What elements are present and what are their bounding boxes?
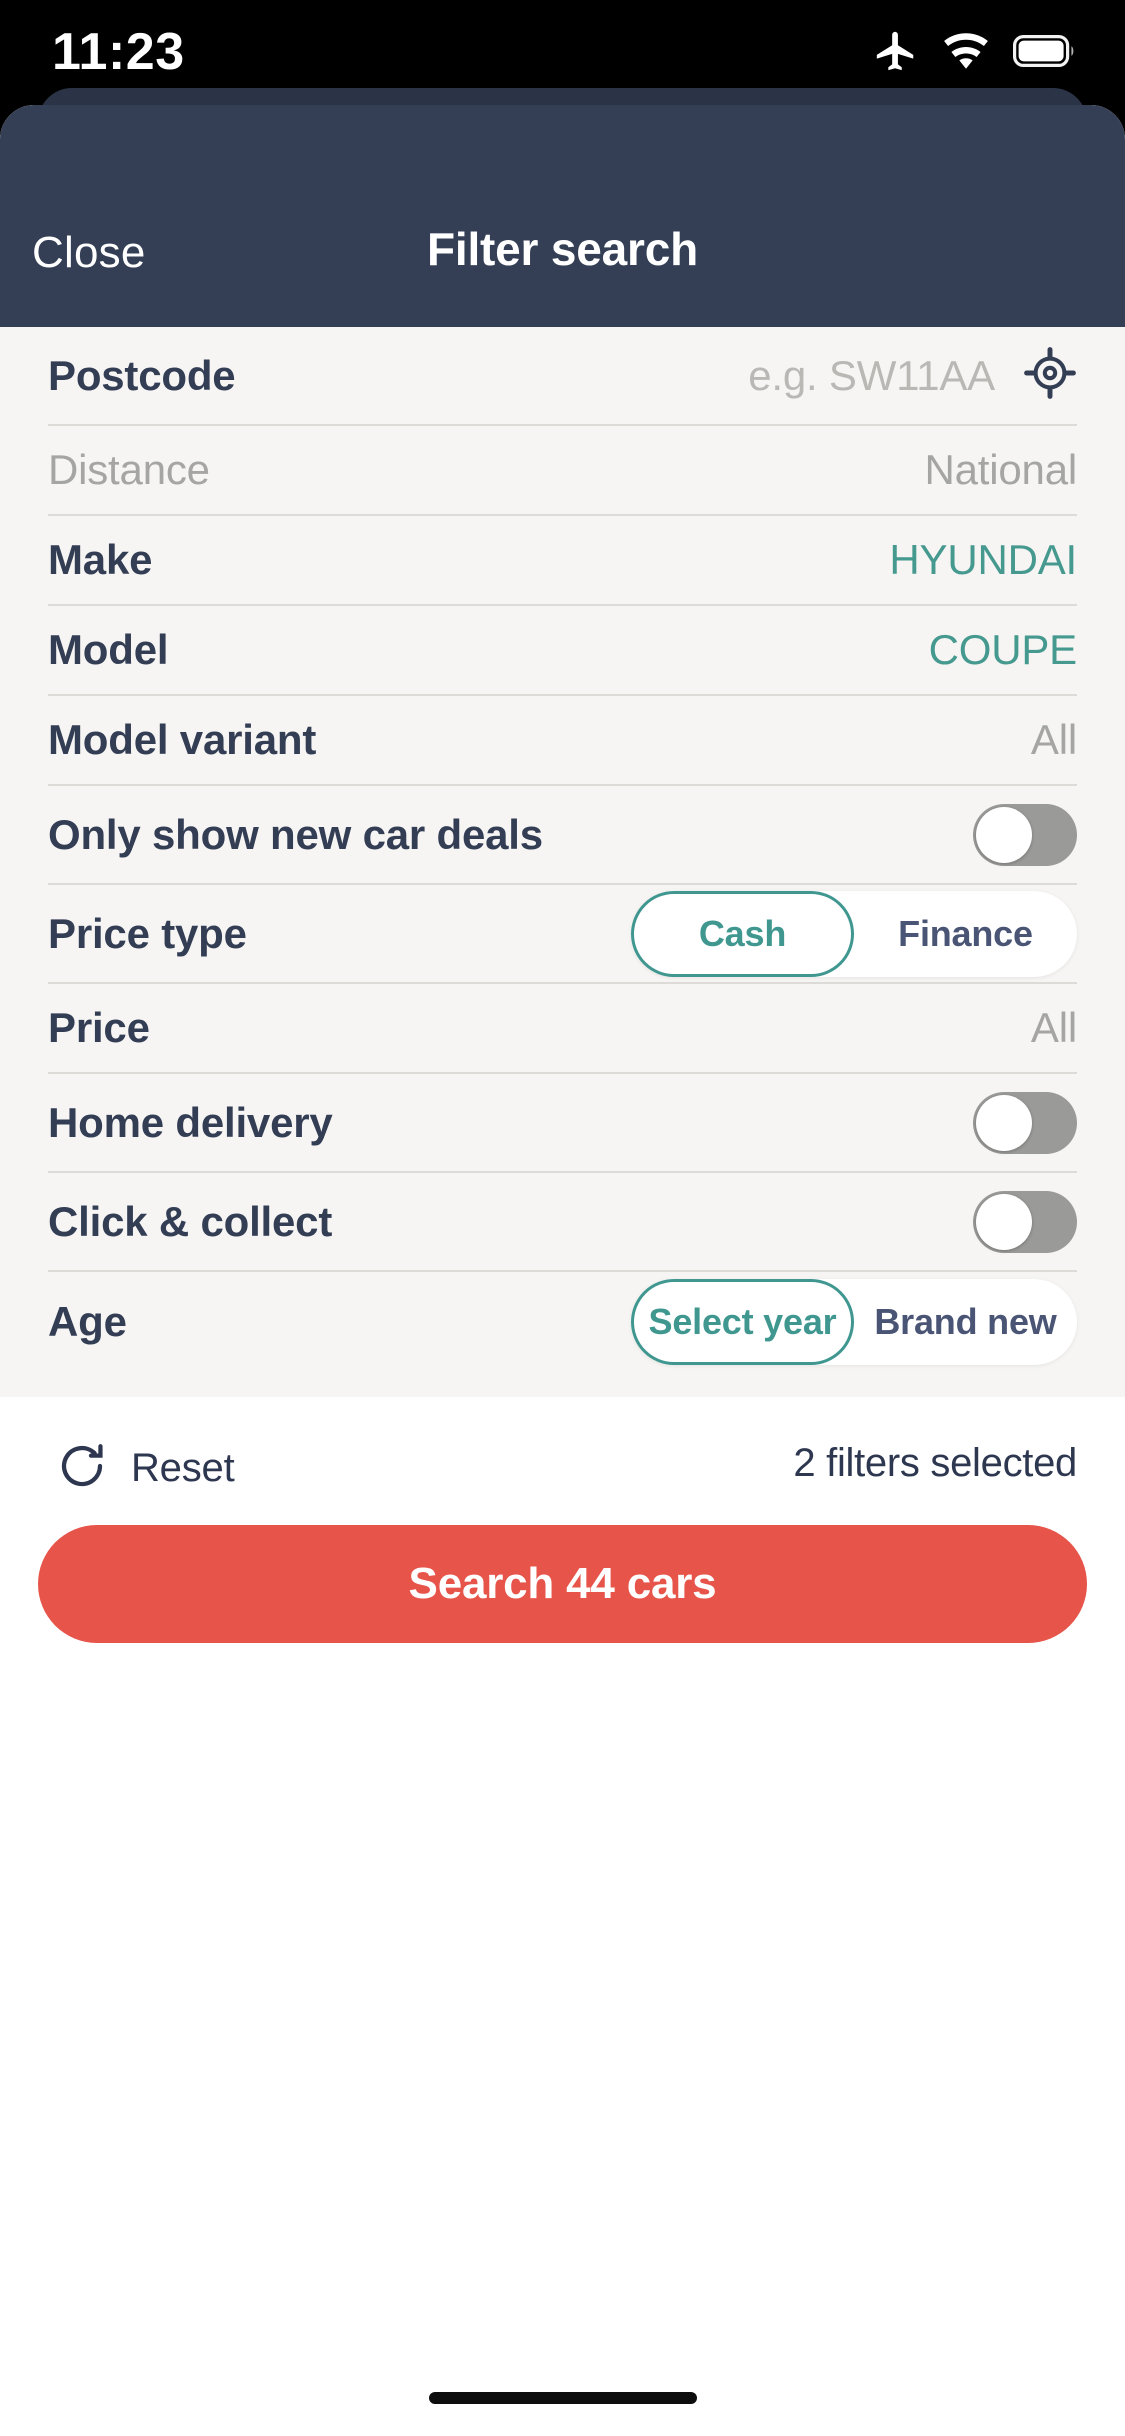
reset-button[interactable]: Reset: [55, 1439, 235, 1498]
model-variant-value[interactable]: All: [1031, 716, 1077, 764]
toggle-knob: [976, 806, 1032, 863]
filter-list[interactable]: Postcode e.g. SW11AA Distance National M…: [0, 327, 1125, 1397]
filters-selected-count: 2 filters selected: [793, 1441, 1077, 1485]
only-new-car-deals-toggle[interactable]: [973, 803, 1077, 866]
make-value[interactable]: HYUNDAI: [889, 536, 1077, 584]
status-bar-time: 11:23: [52, 23, 185, 81]
sheet-footer: Reset 2 filters selected Search 44 cars: [0, 1397, 1125, 2436]
wifi-icon: [941, 31, 991, 71]
model-label: Model: [48, 626, 169, 673]
postcode-input[interactable]: e.g. SW11AA: [748, 352, 995, 400]
filter-row-make[interactable]: Make HYUNDAI: [48, 516, 1077, 606]
filter-row-only-new-car-deals[interactable]: Only show new car deals: [48, 786, 1077, 885]
distance-label: Distance: [48, 446, 210, 493]
price-value[interactable]: All: [1031, 1004, 1077, 1052]
distance-value: National: [924, 446, 1078, 493]
filter-row-home-delivery[interactable]: Home delivery: [48, 1074, 1077, 1173]
price-type-segmented-control[interactable]: Cash Finance: [631, 890, 1077, 977]
click-and-collect-toggle[interactable]: [973, 1190, 1077, 1253]
price-label: Price: [48, 1004, 150, 1051]
phone-screen: 11:23 Close Filter search Postcode e.g. …: [0, 0, 1125, 2436]
filter-row-price[interactable]: Price All: [48, 984, 1077, 1074]
toggle-knob: [976, 1193, 1032, 1250]
postcode-label: Postcode: [48, 351, 236, 399]
age-option-brand-new[interactable]: Brand new: [854, 1279, 1077, 1365]
gps-target-icon[interactable]: [1023, 346, 1077, 405]
make-label: Make: [48, 536, 153, 583]
price-type-option-cash[interactable]: Cash: [631, 890, 854, 977]
refresh-icon: [55, 1439, 109, 1498]
status-bar: 11:23: [0, 0, 1125, 140]
filter-row-age[interactable]: Age Select year Brand new: [48, 1272, 1077, 1371]
price-type-label: Price type: [48, 909, 247, 957]
filter-row-distance: Distance National: [48, 426, 1077, 516]
toggle-knob: [976, 1094, 1032, 1151]
postcode-right-group: e.g. SW11AA: [748, 346, 1077, 405]
airplane-mode-icon: [873, 28, 919, 74]
age-segmented-control[interactable]: Select year Brand new: [631, 1278, 1077, 1365]
home-delivery-toggle[interactable]: [973, 1091, 1077, 1154]
search-button[interactable]: Search 44 cars: [38, 1525, 1087, 1643]
filter-sheet: Close Filter search Postcode e.g. SW11AA: [0, 105, 1125, 2436]
battery-icon: [1013, 35, 1077, 67]
filter-row-postcode[interactable]: Postcode e.g. SW11AA: [48, 327, 1077, 426]
reset-label: Reset: [131, 1446, 235, 1490]
filter-row-click-and-collect[interactable]: Click & collect: [48, 1173, 1077, 1272]
model-value[interactable]: COUPE: [929, 626, 1078, 674]
home-delivery-label: Home delivery: [48, 1098, 333, 1146]
status-bar-icons: [873, 28, 1077, 74]
price-type-option-finance[interactable]: Finance: [854, 891, 1077, 977]
page-title: Filter search: [427, 223, 698, 275]
age-label: Age: [48, 1297, 127, 1345]
model-variant-label: Model variant: [48, 716, 317, 763]
filter-row-model-variant[interactable]: Model variant All: [48, 696, 1077, 786]
home-indicator: [428, 2392, 697, 2404]
filter-row-price-type[interactable]: Price type Cash Finance: [48, 885, 1077, 984]
age-option-select-year[interactable]: Select year: [631, 1278, 854, 1365]
click-and-collect-label: Click & collect: [48, 1197, 333, 1245]
only-new-car-deals-label: Only show new car deals: [48, 810, 543, 858]
filter-row-model[interactable]: Model COUPE: [48, 606, 1077, 696]
